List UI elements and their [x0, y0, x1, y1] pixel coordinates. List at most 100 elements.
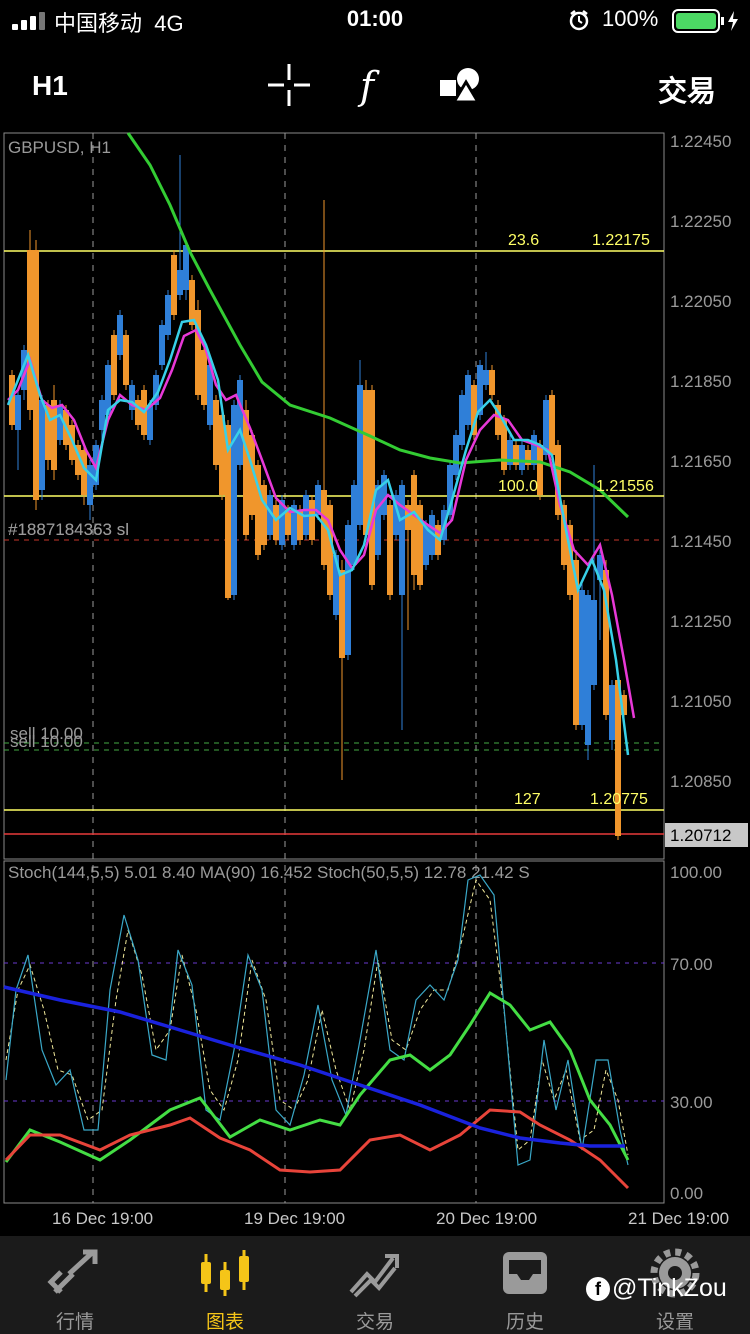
- tab-quotes[interactable]: 行情: [0, 1236, 150, 1334]
- candle-body: [273, 505, 279, 540]
- alarm-icon: [569, 10, 589, 31]
- svg-text:f: f: [357, 64, 380, 108]
- candle-body: [351, 485, 357, 565]
- candle-body: [591, 600, 597, 685]
- candle-body: [459, 395, 465, 445]
- stoch-level-lines: [4, 962, 664, 1102]
- candle-body: [189, 280, 195, 325]
- candle-body: [57, 405, 63, 440]
- price-tick: 1.22050: [670, 292, 731, 311]
- candle-body: [117, 315, 123, 355]
- time-tick: 20 Dec 19:00: [436, 1209, 537, 1228]
- price-tick: 1.21450: [670, 532, 731, 551]
- fib-level-label-2: 100.0: [498, 478, 538, 495]
- candle-body: [363, 390, 369, 535]
- status-bar: 中国移动 4G 01:00 100%: [0, 0, 750, 42]
- tab-label: 行情: [55, 1312, 94, 1333]
- symbol-label: GBPUSD, H1: [8, 138, 111, 157]
- candle-body: [579, 590, 585, 725]
- price-tick: 1.22450: [670, 132, 731, 151]
- fib-price-label-3: 1.20775: [590, 791, 648, 808]
- candle-body: [345, 525, 351, 655]
- tab-history[interactable]: 历史: [450, 1236, 600, 1334]
- candlesticks: [9, 155, 627, 840]
- candle-body: [483, 370, 489, 385]
- candle-body: [165, 295, 171, 335]
- trade-icon: [349, 1254, 399, 1298]
- battery-icon: [672, 9, 738, 33]
- fib-level-label-1: 23.6: [508, 232, 539, 249]
- candle-body: [519, 445, 525, 470]
- order-sl-label-overlap: #1887184353 sl: [8, 520, 129, 539]
- chart-area[interactable]: 23.6 1.22175 100.0 1.21556 127 1.20775 G…: [0, 128, 750, 1234]
- price-axis: 1.22450 1.22250 1.22050 1.21850 1.21650 …: [670, 132, 731, 791]
- candle-body: [609, 685, 615, 740]
- candle-body: [549, 395, 555, 455]
- candle-body: [111, 335, 117, 395]
- candle-body: [411, 475, 417, 575]
- candle-body: [231, 405, 237, 595]
- indicator-axis: 100.00 70.00 30.00 0.00: [670, 863, 722, 1203]
- price-tick: 1.21250: [670, 612, 731, 631]
- fib-price-label-1: 1.22175: [592, 232, 650, 249]
- candle-body: [201, 350, 207, 405]
- candle-body: [357, 385, 363, 525]
- price-chart[interactable]: 23.6 1.22175 100.0 1.21556 127 1.20775 G…: [0, 128, 750, 1234]
- candle-body: [27, 250, 33, 410]
- candle-body: [123, 335, 129, 385]
- candle-body: [399, 485, 405, 595]
- weibo-logo-icon: f: [586, 1277, 610, 1302]
- tab-trade[interactable]: 交易: [300, 1236, 450, 1334]
- candle-body: [309, 500, 315, 540]
- indicator-tick: 0.00: [670, 1184, 703, 1203]
- candle-body: [585, 595, 591, 745]
- tab-chart[interactable]: 图表: [150, 1236, 300, 1334]
- price-tick: 1.22250: [670, 212, 731, 231]
- indicator-frame: [3, 860, 665, 1204]
- candle-body: [177, 270, 183, 295]
- candle-body: [339, 570, 345, 658]
- time-axis: 16 Dec 19:00 19 Dec 19:00 20 Dec 19:00 2…: [52, 1209, 729, 1228]
- price-tick: 1.21650: [670, 452, 731, 471]
- time-tick: 19 Dec 19:00: [244, 1209, 345, 1228]
- candle-body: [51, 400, 57, 470]
- candle-body: [237, 380, 243, 465]
- battery-percent: 100%: [602, 6, 659, 31]
- candle-body: [615, 680, 621, 836]
- price-tick: 1.20850: [670, 772, 731, 791]
- time-tick: 16 Dec 19:00: [52, 1209, 153, 1228]
- quotes-icon: [47, 1249, 98, 1294]
- tab-label: 历史: [505, 1312, 544, 1333]
- timeframe-button[interactable]: H1: [32, 70, 68, 102]
- candle-body: [453, 435, 459, 475]
- candle-body: [465, 375, 471, 425]
- time-tick: 21 Dec 19:00: [628, 1209, 729, 1228]
- chart-icon: [201, 1250, 249, 1296]
- indicator-tick: 30.00: [670, 1093, 713, 1112]
- crosshair-icon[interactable]: [266, 62, 312, 108]
- candle-body: [387, 505, 393, 595]
- candle-body: [243, 410, 249, 535]
- objects-icon[interactable]: [438, 62, 484, 108]
- top-toolbar: H1 f 交易: [0, 50, 750, 120]
- tab-label: 设置: [655, 1312, 694, 1333]
- function-icon[interactable]: f: [350, 62, 396, 108]
- trade-button[interactable]: 交易: [658, 68, 716, 110]
- candle-body: [39, 400, 45, 490]
- candle-body: [147, 405, 153, 440]
- tab-label: 交易: [355, 1312, 394, 1333]
- candle-body: [171, 255, 177, 315]
- watermark: f @TinkZou: [586, 1274, 727, 1303]
- price-tick: 1.21850: [670, 372, 731, 391]
- indicator-tick: 70.00: [670, 955, 713, 974]
- indicator-tick: 100.00: [670, 863, 722, 882]
- fib-level-label-3: 127: [514, 791, 541, 808]
- stoch-slow-main-line: [4, 990, 630, 1163]
- candle-body: [183, 245, 189, 290]
- candle-body: [159, 325, 165, 365]
- tab-label: 图表: [205, 1312, 244, 1333]
- candle-body: [81, 450, 87, 495]
- candle-body: [261, 485, 267, 545]
- candle-body: [489, 370, 495, 395]
- candle-body: [15, 395, 21, 430]
